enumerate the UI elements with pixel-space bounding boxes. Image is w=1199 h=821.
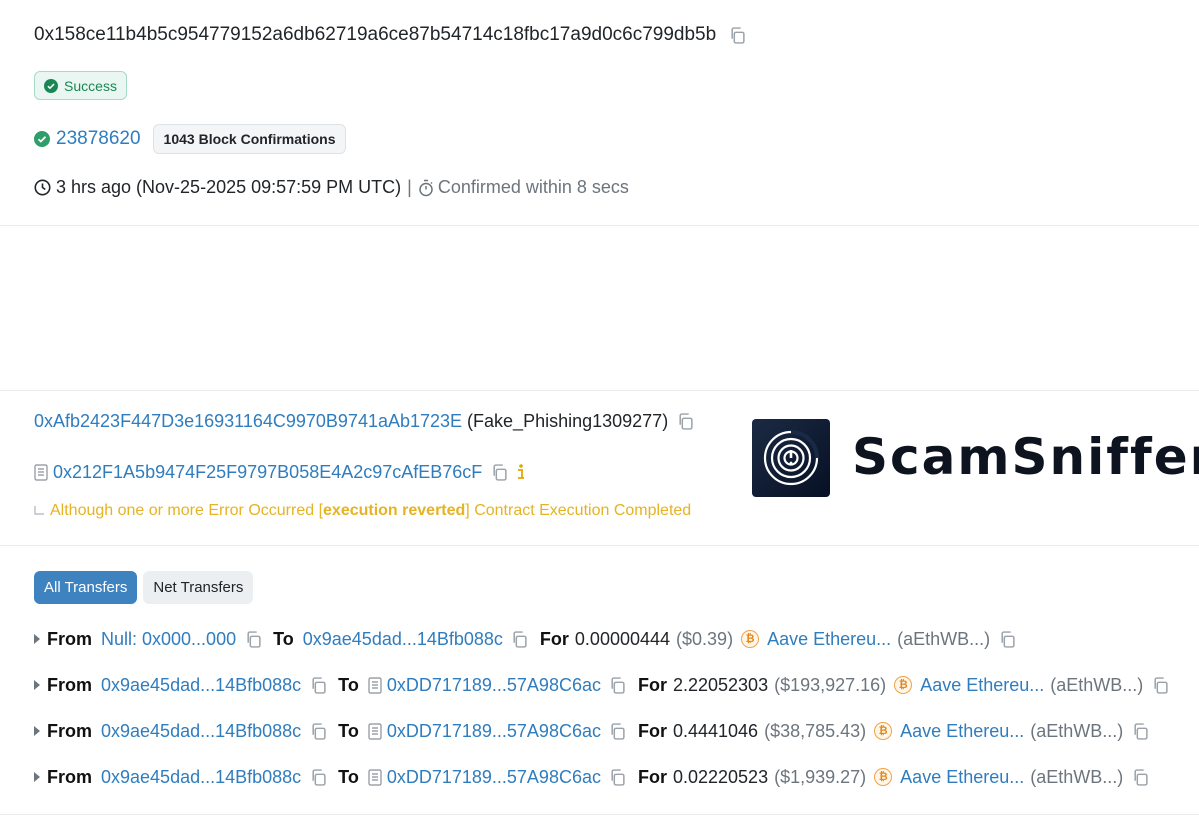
contract-icon	[34, 463, 48, 481]
confirmations-badge: 1043 Block Confirmations	[152, 123, 347, 154]
copy-icon[interactable]	[1129, 766, 1151, 788]
transfer-from-link[interactable]: Null: 0x000...000	[101, 629, 236, 650]
transfer-row: From 0x9ae45dad...14Bfb088c To 0xDD71718…	[34, 720, 1151, 742]
copy-icon[interactable]	[996, 628, 1018, 650]
separator: |	[407, 177, 412, 197]
divider	[0, 225, 1199, 226]
token-name-link[interactable]: Aave Ethereu...	[767, 629, 891, 650]
copy-icon[interactable]	[1129, 720, 1151, 742]
copy-icon[interactable]	[509, 628, 531, 650]
transfer-row: From 0x9ae45dad...14Bfb088c To 0xDD71718…	[34, 674, 1171, 696]
expand-caret-icon[interactable]	[34, 772, 40, 782]
confirmed-within: Confirmed within 8 secs	[437, 177, 629, 197]
transfer-usd-value: ($1,939.27)	[774, 766, 867, 787]
transfer-from-link[interactable]: 0x9ae45dad...14Bfb088c	[101, 721, 301, 742]
scamsniffer-wordmark: ScamSniffer	[852, 428, 1199, 486]
transfer-to-link[interactable]: 0xDD717189...57A98C6ac	[387, 721, 601, 742]
transfer-to-link[interactable]: 0xDD717189...57A98C6ac	[387, 767, 601, 788]
contract-icon	[368, 768, 382, 786]
token-symbol: (aEthWB...)	[897, 628, 991, 649]
transfer-usd-value: ($0.39)	[676, 628, 734, 649]
token-name-link[interactable]: Aave Ethereu...	[920, 675, 1044, 696]
copy-icon[interactable]	[307, 720, 329, 742]
check-circle-icon	[34, 130, 50, 147]
to-label: To	[273, 628, 294, 649]
from-address-link[interactable]: 0xAfb2423F447D3e16931164C9970B9741aAb172…	[34, 411, 462, 432]
branch-icon	[34, 506, 44, 515]
transfer-to-link[interactable]: 0xDD717189...57A98C6ac	[387, 675, 601, 696]
copy-icon[interactable]	[307, 674, 329, 696]
copy-icon[interactable]	[607, 766, 629, 788]
expand-caret-icon[interactable]	[34, 680, 40, 690]
transfer-row: From 0x9ae45dad...14Bfb088c To 0xDD71718…	[34, 766, 1151, 788]
from-label: From	[47, 674, 92, 695]
tab-net-transfers[interactable]: Net Transfers	[143, 571, 254, 604]
info-icon[interactable]	[516, 463, 526, 481]
for-label: For	[637, 766, 667, 787]
copy-icon[interactable]	[607, 674, 629, 696]
copy-icon[interactable]	[726, 24, 748, 46]
token-icon: ₿	[874, 722, 893, 740]
expand-caret-icon[interactable]	[34, 634, 40, 644]
tx-hash: 0x158ce11b4b5c954779152a6db62719a6ce87b5…	[34, 24, 717, 45]
tab-all-transfers[interactable]: All Transfers	[34, 571, 138, 604]
copy-icon[interactable]	[488, 461, 510, 483]
copy-icon[interactable]	[307, 766, 329, 788]
transfer-amount: 0.4441046	[672, 720, 759, 741]
copy-icon[interactable]	[1149, 674, 1171, 696]
transfer-amount: 0.02220523	[672, 766, 769, 787]
token-name-link[interactable]: Aave Ethereu...	[900, 767, 1024, 788]
error-prefix: Although one or more Error Occurred [	[50, 502, 324, 519]
clock-icon	[34, 179, 51, 196]
scamsniffer-logo	[752, 419, 830, 497]
transfer-to-link[interactable]: 0x9ae45dad...14Bfb088c	[303, 629, 503, 650]
transfer-from-link[interactable]: 0x9ae45dad...14Bfb088c	[101, 767, 301, 788]
for-label: For	[539, 628, 569, 649]
status-text: Success	[64, 77, 117, 94]
copy-icon[interactable]	[607, 720, 629, 742]
copy-icon[interactable]	[674, 410, 696, 432]
token-symbol: (aEthWB...)	[1030, 720, 1124, 741]
token-name-link[interactable]: Aave Ethereu...	[900, 721, 1024, 742]
status-badge: Success	[34, 71, 127, 100]
transfer-usd-value: ($38,785.43)	[764, 720, 867, 741]
transfer-amount: 2.22052303	[672, 674, 769, 695]
scamsniffer-logo-icon	[763, 430, 819, 486]
timestamp: 3 hrs ago (Nov-25-2025 09:57:59 PM UTC)	[56, 177, 402, 197]
divider	[0, 545, 1199, 546]
token-icon: ₿	[894, 676, 913, 694]
contract-icon	[368, 722, 382, 740]
error-reason: execution reverted	[323, 502, 466, 519]
token-symbol: (aEthWB...)	[1030, 766, 1124, 787]
to-label: To	[338, 720, 359, 741]
divider	[0, 814, 1199, 815]
expand-caret-icon[interactable]	[34, 726, 40, 736]
transfer-usd-value: ($193,927.16)	[774, 674, 887, 695]
error-suffix: ] Contract Execution Completed	[465, 502, 692, 519]
transfer-from-link[interactable]: 0x9ae45dad...14Bfb088c	[101, 675, 301, 696]
for-label: For	[637, 720, 667, 741]
from-label: From	[47, 628, 92, 649]
token-icon: ₿	[874, 768, 893, 786]
from-address-label: (Fake_Phishing1309277)	[467, 410, 669, 431]
transfer-row: From Null: 0x000...000 To 0x9ae45dad...1…	[34, 628, 1018, 650]
from-label: From	[47, 766, 92, 787]
to-label: To	[338, 674, 359, 695]
to-label: To	[338, 766, 359, 787]
transfer-amount: 0.00000444	[574, 628, 671, 649]
for-label: For	[637, 674, 667, 695]
contract-icon	[368, 676, 382, 694]
stopwatch-icon	[419, 179, 433, 196]
from-label: From	[47, 720, 92, 741]
copy-icon[interactable]	[242, 628, 264, 650]
divider	[0, 390, 1199, 391]
check-circle-icon	[44, 78, 59, 93]
block-number-link[interactable]: 23878620	[56, 128, 141, 150]
contract-address-link[interactable]: 0x212F1A5b9474F25F9797B058E4A2c97cAfEB76…	[53, 462, 482, 483]
token-icon: ₿	[741, 630, 760, 648]
token-symbol: (aEthWB...)	[1050, 674, 1144, 695]
